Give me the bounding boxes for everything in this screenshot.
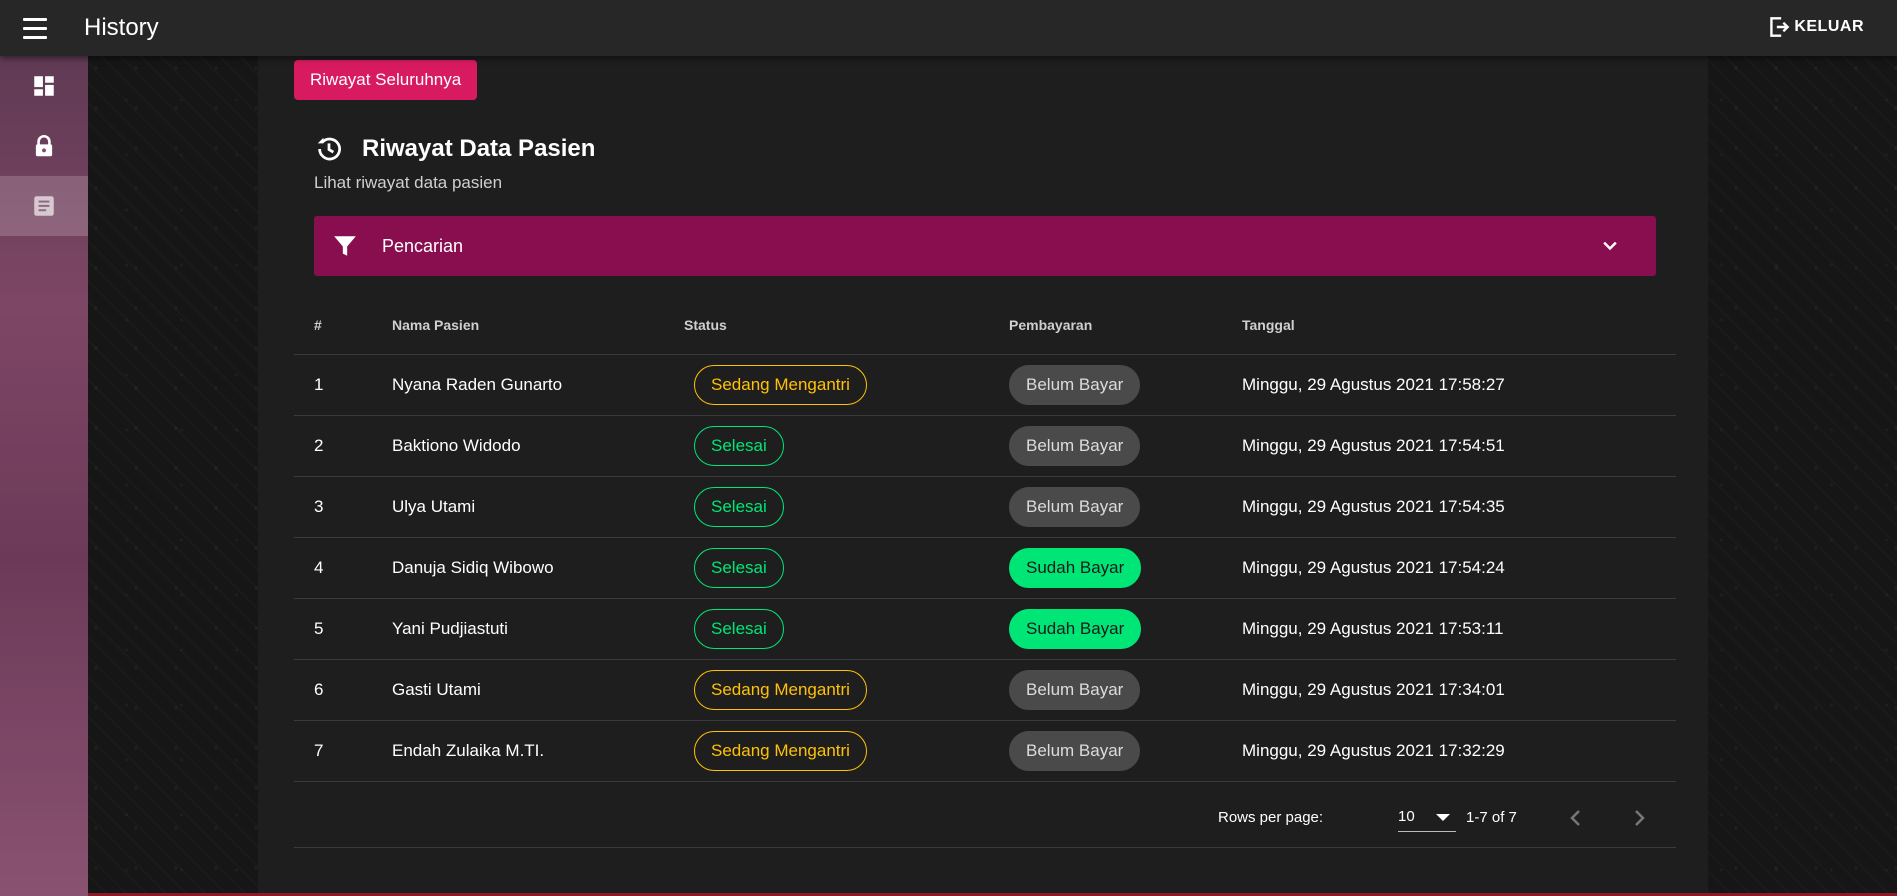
date-cell: Minggu, 29 Agustus 2021 17:32:29 <box>1242 720 1676 782</box>
row-number: 1 <box>294 354 392 416</box>
header-payment[interactable]: Pembayaran <box>1009 296 1242 355</box>
patient-name: Gasti Utami <box>392 659 684 721</box>
dropdown-arrow-icon <box>1436 814 1450 821</box>
history-icon <box>317 137 341 161</box>
row-number: 2 <box>294 415 392 477</box>
payment-badge: Belum Bayar <box>1009 669 1141 710</box>
rail-item-history[interactable] <box>0 176 88 236</box>
all-history-button[interactable]: Riwayat Seluruhnya <box>294 60 478 100</box>
table-row[interactable]: 3 Ulya Utami Selesai Belum Bayar Minggu,… <box>294 476 1676 538</box>
next-page-icon[interactable] <box>1627 806 1651 830</box>
date-cell: Minggu, 29 Agustus 2021 17:53:11 <box>1242 598 1676 660</box>
page-title: Riwayat Data Pasien <box>362 135 596 162</box>
status-badge: Selesai <box>694 547 784 588</box>
payment-badge: Sudah Bayar <box>1009 608 1142 649</box>
menu-button[interactable] <box>0 0 70 56</box>
side-rail <box>0 56 88 896</box>
rail-item-dashboard[interactable] <box>0 56 88 116</box>
payment-badge: Belum Bayar <box>1009 730 1141 771</box>
row-number: 4 <box>294 537 392 599</box>
status-badge: Sedang Mengantri <box>694 364 867 405</box>
table-row[interactable]: 4 Danuja Sidiq Wibowo Selesai Sudah Baya… <box>294 537 1676 599</box>
row-number: 6 <box>294 659 392 721</box>
logout-icon <box>1770 17 1790 37</box>
lock-icon <box>35 135 53 157</box>
document-icon <box>34 196 54 216</box>
table-row[interactable]: 2 Baktiono Widodo Selesai Belum Bayar Mi… <box>294 415 1676 477</box>
table-row[interactable]: 1 Nyana Raden Gunarto Sedang Mengantri B… <box>294 354 1676 416</box>
row-number: 3 <box>294 476 392 538</box>
search-panel-toggle[interactable]: Pencarian <box>314 216 1656 276</box>
patient-name: Yani Pudjiastuti <box>392 598 684 660</box>
logout-button[interactable]: KELUAR <box>1766 14 1864 40</box>
date-cell: Minggu, 29 Agustus 2021 17:54:24 <box>1242 537 1676 599</box>
filter-icon <box>334 236 356 256</box>
status-badge: Sedang Mengantri <box>694 730 867 771</box>
search-panel-label: Pencarian <box>382 235 464 256</box>
table-row[interactable]: 6 Gasti Utami Sedang Mengantri Belum Bay… <box>294 659 1676 721</box>
rows-per-page-label: Rows per page: <box>1218 809 1324 826</box>
payment-badge: Belum Bayar <box>1009 364 1141 405</box>
hamburger-icon <box>23 15 47 42</box>
payment-badge: Belum Bayar <box>1009 425 1141 466</box>
status-badge: Selesai <box>694 608 784 649</box>
patient-name: Ulya Utami <box>392 476 684 538</box>
previous-page-icon[interactable] <box>1564 806 1588 830</box>
row-number: 7 <box>294 720 392 782</box>
status-badge: Selesai <box>694 486 784 527</box>
header-status[interactable]: Status <box>684 296 1009 355</box>
table-header-row: # Nama Pasien Status Pembayaran Tanggal <box>294 296 1676 355</box>
page-info: 1-7 of 7 <box>1466 809 1517 826</box>
row-number: 5 <box>294 598 392 660</box>
app-bar: History KELUAR <box>0 0 1897 56</box>
section-header: Riwayat Data Pasien <box>314 134 595 164</box>
date-cell: Minggu, 29 Agustus 2021 17:58:27 <box>1242 354 1676 416</box>
payment-badge: Belum Bayar <box>1009 486 1141 527</box>
rail-item-lock[interactable] <box>0 116 88 176</box>
date-cell: Minggu, 29 Agustus 2021 17:54:35 <box>1242 476 1676 538</box>
patient-name: Endah Zulaika M.TI. <box>392 720 684 782</box>
table-row[interactable]: 5 Yani Pudjiastuti Selesai Sudah Bayar M… <box>294 598 1676 660</box>
header-date[interactable]: Tanggal <box>1242 296 1676 355</box>
payment-badge: Sudah Bayar <box>1009 547 1142 588</box>
rows-per-page-value: 10 <box>1398 808 1415 825</box>
date-cell: Minggu, 29 Agustus 2021 17:54:51 <box>1242 415 1676 477</box>
header-patient-name[interactable]: Nama Pasien <box>392 296 684 355</box>
status-badge: Selesai <box>694 425 784 466</box>
patient-name: Danuja Sidiq Wibowo <box>392 537 684 599</box>
table-footer: Rows per page: 10 1-7 of 7 <box>294 788 1676 848</box>
logout-label: KELUAR <box>1794 18 1864 35</box>
dashboard-icon <box>34 76 54 96</box>
rows-per-page-select[interactable]: 10 <box>1398 802 1456 832</box>
date-cell: Minggu, 29 Agustus 2021 17:34:01 <box>1242 659 1676 721</box>
chevron-down-icon <box>1603 241 1617 251</box>
patient-name: Nyana Raden Gunarto <box>392 354 684 416</box>
history-card: Riwayat Seluruhnya Riwayat Data Pasien L… <box>258 56 1708 896</box>
patient-name: Baktiono Widodo <box>392 415 684 477</box>
page-subtitle: Lihat riwayat data pasien <box>314 173 503 192</box>
header-number[interactable]: # <box>294 296 392 355</box>
table-row[interactable]: 7 Endah Zulaika M.TI. Sedang Mengantri B… <box>294 720 1676 782</box>
patient-history-table: # Nama Pasien Status Pembayaran Tanggal … <box>294 296 1676 782</box>
app-title: History <box>84 14 159 41</box>
status-badge: Sedang Mengantri <box>694 669 867 710</box>
